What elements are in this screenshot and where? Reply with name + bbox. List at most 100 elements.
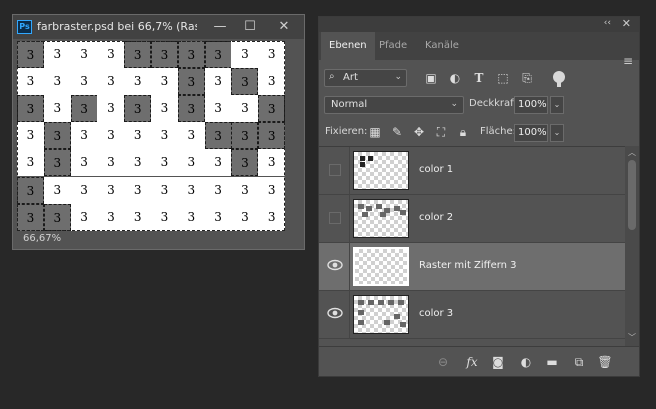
lock-image-icon[interactable]: ✎ — [389, 124, 405, 140]
grid-cell: 3 — [97, 41, 125, 68]
blend-mode-select[interactable]: Normal ⌄ — [324, 96, 464, 114]
layer-thumbnail[interactable] — [353, 247, 409, 286]
layer-row[interactable]: Raster mit Ziffern 3 — [319, 243, 625, 291]
grid-cell: 3 — [17, 41, 44, 68]
grid-cell: 3 — [17, 95, 44, 123]
eye-icon[interactable] — [327, 305, 343, 321]
adjustment-filter-icon[interactable]: ◐ — [447, 70, 463, 86]
scroll-thumb[interactable] — [628, 160, 636, 230]
tab-paths[interactable]: Pfade — [371, 32, 415, 60]
thumbnail-pixel — [378, 300, 384, 305]
grid-cell: 3 — [204, 41, 232, 68]
visibility-toggle[interactable] — [329, 212, 341, 224]
artboard-lock-icon[interactable]: ⛶ — [433, 124, 449, 140]
thumbnail-pixel — [358, 204, 364, 209]
scroll-up-icon[interactable]: ︿ — [628, 147, 636, 158]
layers-scrollbar[interactable]: ︿ ﹀ — [625, 146, 639, 346]
grid-cell: 3 — [258, 176, 286, 204]
collapse-panel-icon[interactable]: ‹‹ — [604, 18, 611, 28]
grid-cell: 3 — [204, 176, 232, 204]
grid-cell: 3 — [258, 122, 286, 150]
pixel-filter-icon[interactable]: ▣ — [423, 70, 439, 86]
layer-divider — [349, 147, 350, 195]
thumbnail-pixel — [394, 314, 400, 319]
layer-divider — [349, 195, 350, 243]
grid-cell: 3 — [151, 95, 178, 123]
chevron-down-icon: ⌄ — [450, 99, 458, 109]
panel-menu-icon[interactable]: ≡ — [623, 54, 633, 68]
layer-name[interactable]: Raster mit Ziffern 3 — [419, 260, 517, 271]
layer-name[interactable]: color 2 — [419, 212, 453, 223]
folder-icon[interactable]: ▬ — [543, 353, 561, 371]
close-button[interactable]: ✕ — [271, 17, 297, 37]
layer-thumbnail[interactable] — [353, 151, 409, 190]
thumbnail-pixel — [368, 156, 373, 161]
document-titlebar[interactable]: Ps farbraster.psd bei 66,7% (Raster — ☐ … — [13, 15, 304, 39]
grid-cell: 3 — [231, 41, 259, 68]
lock-all-icon[interactable]: 🔒︎ — [455, 124, 471, 140]
grid-cell: 3 — [151, 203, 178, 231]
zoom-level[interactable]: 66,67% — [23, 233, 61, 244]
scroll-down-icon[interactable]: ﹀ — [628, 332, 636, 343]
fill-dropdown-icon[interactable]: ⌄ — [550, 124, 564, 142]
trash-icon[interactable]: 🗑︎ — [596, 353, 614, 371]
lock-position-icon[interactable]: ✥ — [411, 124, 427, 140]
grid-cell: 3 — [17, 68, 44, 96]
layer-row[interactable]: color 3 — [319, 291, 625, 339]
opacity-input[interactable]: 100% — [514, 96, 548, 114]
shape-filter-icon[interactable]: ⬚ — [495, 70, 511, 86]
adjustment-icon[interactable]: ◐ — [517, 353, 535, 371]
tab-channels[interactable]: Kanäle — [417, 32, 467, 60]
grid-cell: 3 — [70, 122, 98, 150]
type-filter-icon[interactable]: T — [471, 70, 487, 86]
document-scrollbar[interactable] — [289, 41, 301, 231]
grid-cell: 3 — [43, 41, 71, 68]
grid-cell: 3 — [258, 41, 286, 68]
layer-thumbnail[interactable] — [353, 199, 409, 238]
grid-cell: 3 — [124, 122, 152, 150]
grid-cell: 3 — [43, 203, 71, 231]
layer-filter-select[interactable]: ⌕ Art ⌄ — [324, 69, 407, 87]
minimize-button[interactable]: — — [207, 17, 233, 37]
grid-cell: 3 — [70, 68, 98, 96]
thumbnail-pixel — [388, 300, 394, 305]
grid-cell: 3 — [97, 122, 125, 150]
grid-cell: 3 — [17, 176, 44, 204]
thumbnail-pixel — [366, 206, 372, 211]
layer-name[interactable]: color 3 — [419, 308, 453, 319]
tab-layers[interactable]: Ebenen — [321, 32, 375, 60]
opacity-dropdown-icon[interactable]: ⌄ — [550, 96, 564, 114]
grid-cell: 3 — [204, 203, 232, 231]
lock-transparency-icon[interactable]: ▦ — [367, 124, 383, 140]
fx-icon[interactable]: fx — [463, 353, 481, 371]
grid-cell: 3 — [258, 95, 286, 123]
thumbnail-pixel — [360, 162, 365, 167]
visibility-toggle[interactable] — [329, 164, 341, 176]
maximize-button[interactable]: ☐ — [237, 17, 263, 37]
grid-cell: 3 — [97, 95, 125, 123]
panel-close-icon[interactable]: ✕ — [622, 17, 631, 30]
thumbnail-pixel — [362, 212, 368, 217]
panel-header[interactable]: ‹‹ ✕ — [319, 17, 639, 32]
grid-cell: 3 — [124, 203, 152, 231]
layer-thumbnail[interactable] — [353, 295, 409, 334]
grid-cell: 3 — [17, 149, 44, 177]
layers-panel: ‹‹ ✕ Ebenen Pfade Kanäle ≡ ⌕ Art ⌄ ▣ ◐ T… — [318, 16, 640, 377]
thumbnail-pixel — [400, 210, 406, 215]
panel-tabbar: Ebenen Pfade Kanäle ≡ — [319, 32, 639, 68]
fill-input[interactable]: 100% — [514, 124, 548, 142]
new-layer-icon[interactable]: ⧉ — [570, 353, 588, 371]
link-icon[interactable]: ⊖ — [434, 353, 452, 371]
grid-cell: 3 — [151, 68, 178, 96]
layer-row[interactable]: color 2 — [319, 195, 625, 243]
document-canvas[interactable]: 3333333333333333333333333333333333333333… — [17, 41, 286, 231]
layer-row[interactable]: color 1 — [319, 147, 625, 195]
layer-name[interactable]: color 1 — [419, 164, 453, 175]
search-icon: ⌕ — [329, 71, 335, 82]
photoshop-icon: Ps — [17, 20, 32, 34]
grid-cell: 3 — [70, 149, 98, 177]
smartobject-filter-icon[interactable]: ⎘ — [519, 70, 535, 86]
mask-icon[interactable]: ◙ — [489, 353, 507, 371]
eye-icon[interactable] — [327, 257, 343, 273]
grid-cell: 3 — [124, 149, 152, 177]
